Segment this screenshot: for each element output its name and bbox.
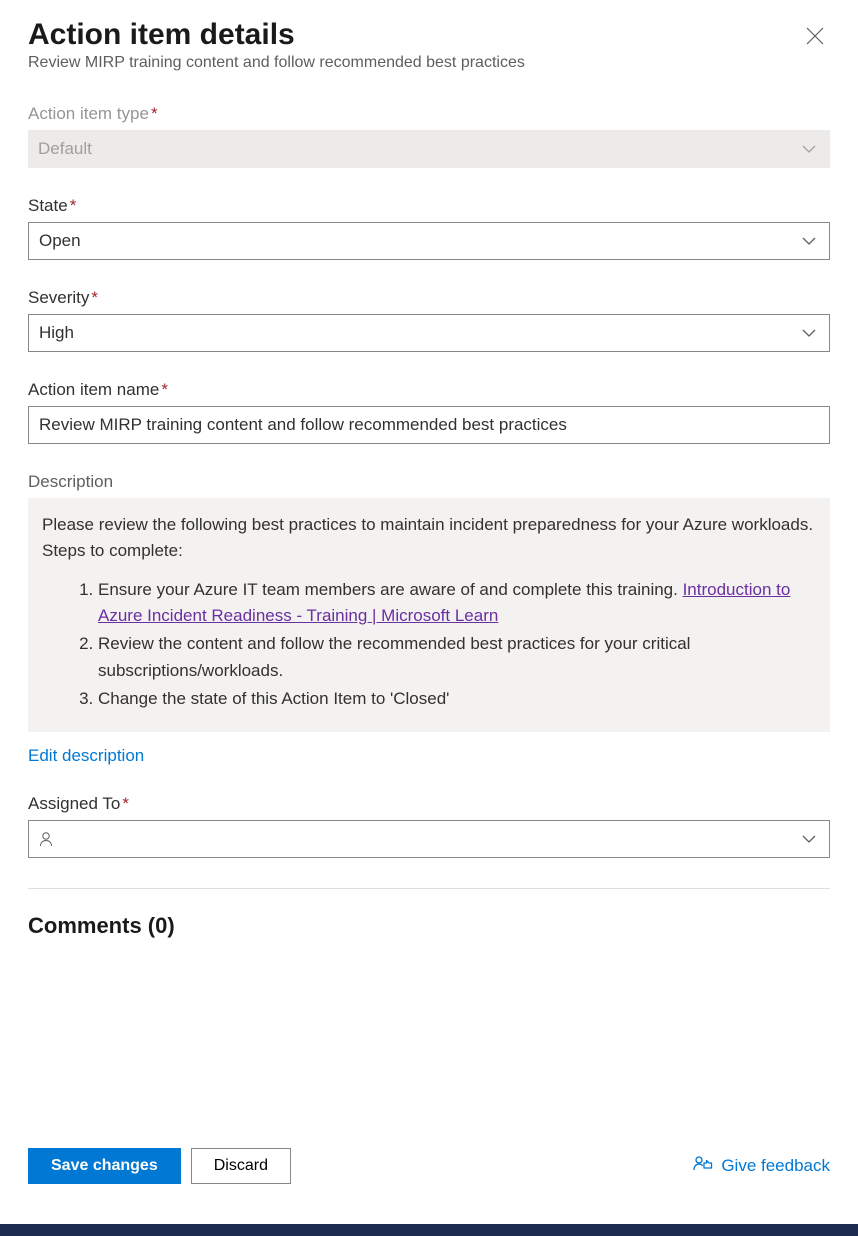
- description-step-1: Ensure your Azure IT team members are aw…: [98, 577, 816, 630]
- assigned-to-picker[interactable]: [28, 820, 830, 858]
- edit-description-link[interactable]: Edit description: [28, 746, 144, 766]
- severity-label: Severity*: [28, 288, 830, 308]
- description-content: Please review the following best practic…: [28, 498, 830, 732]
- discard-button[interactable]: Discard: [191, 1148, 291, 1184]
- give-feedback-link[interactable]: Give feedback: [693, 1155, 830, 1178]
- section-divider: [28, 888, 830, 889]
- action-type-label: Action item type*: [28, 104, 830, 124]
- description-step-2: Review the content and follow the recomm…: [98, 631, 816, 684]
- close-button[interactable]: [800, 18, 830, 54]
- page-subtitle: Review MIRP training content and follow …: [28, 54, 525, 72]
- bottom-strip: [0, 1224, 858, 1236]
- action-name-label: Action item name*: [28, 380, 830, 400]
- assigned-to-label: Assigned To*: [28, 794, 830, 814]
- page-title: Action item details: [28, 18, 525, 52]
- save-button[interactable]: Save changes: [28, 1148, 181, 1184]
- person-icon: [39, 831, 53, 847]
- state-select[interactable]: Open: [28, 222, 830, 260]
- action-type-select: Default: [28, 130, 830, 168]
- description-intro: Please review the following best practic…: [42, 512, 816, 565]
- action-name-input[interactable]: Review MIRP training content and follow …: [28, 406, 830, 444]
- severity-select[interactable]: High: [28, 314, 830, 352]
- feedback-icon: [693, 1155, 713, 1178]
- description-label: Description: [28, 472, 830, 492]
- description-step-3: Change the state of this Action Item to …: [98, 686, 816, 712]
- comments-heading: Comments (0): [28, 913, 830, 939]
- state-label: State*: [28, 196, 830, 216]
- footer-bar: Save changes Discard Give feedback: [0, 1134, 858, 1224]
- close-icon: [806, 27, 824, 45]
